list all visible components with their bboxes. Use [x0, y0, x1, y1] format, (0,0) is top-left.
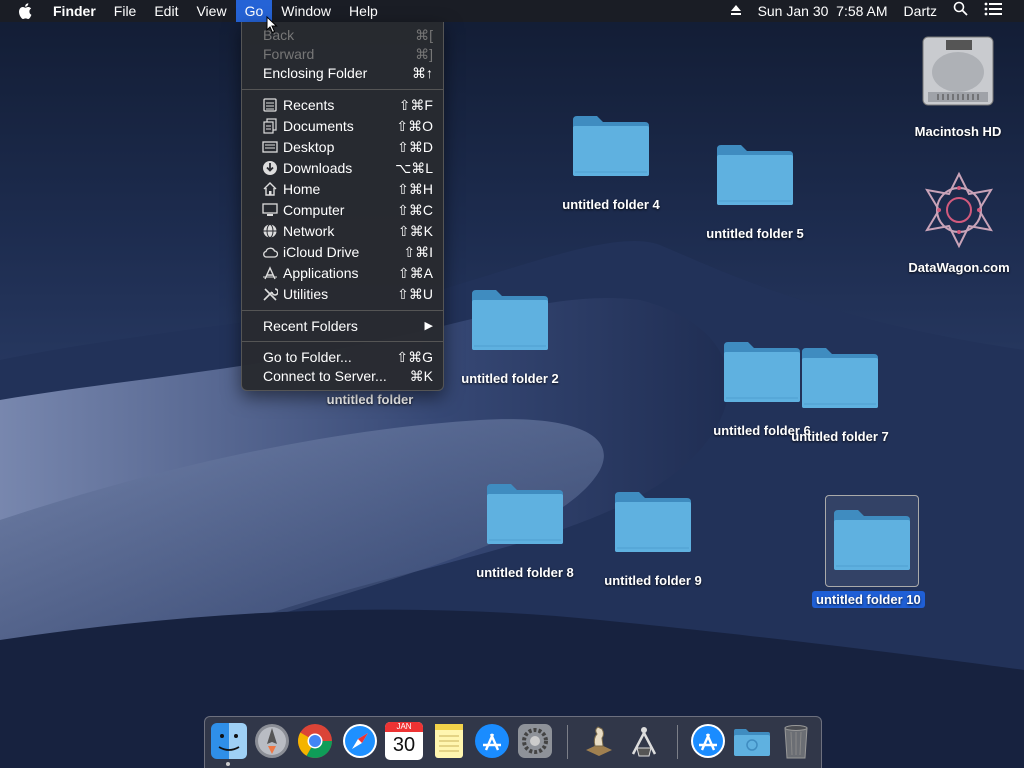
safari-icon[interactable] — [341, 722, 379, 760]
dock: JAN 30 — [204, 716, 822, 768]
folder-label: untitled folder — [326, 392, 414, 407]
macintosh-hd-drive[interactable]: Macintosh HD — [915, 32, 1001, 139]
chess-icon[interactable] — [580, 722, 618, 760]
folder-stack-icon[interactable] — [733, 722, 771, 760]
menu-item-forward[interactable]: Forward ⌘] — [242, 44, 443, 64]
folder-icon — [717, 145, 793, 205]
notification-center-icon[interactable] — [976, 0, 1024, 22]
desktop-folder-2[interactable]: untitled folder 2 — [461, 288, 559, 386]
macintosh-hd-label: Macintosh HD — [914, 124, 1002, 139]
menu-item-downloads[interactable]: Downloads ⌥⌘L — [242, 158, 443, 178]
calendar-day: 30 — [392, 734, 416, 756]
system-preferences-icon[interactable] — [516, 722, 554, 760]
eject-icon[interactable] — [722, 0, 750, 22]
finder-icon[interactable] — [210, 722, 248, 760]
downloads-icon — [263, 161, 277, 175]
folder-icon — [487, 484, 563, 544]
network-icon — [263, 224, 277, 238]
folder-label-selected: untitled folder 10 — [812, 591, 925, 608]
menu-item-home[interactable]: Home ⇧⌘H — [242, 179, 443, 199]
documents-icon — [263, 118, 277, 134]
folder-label: untitled folder 9 — [604, 573, 702, 588]
desktop-folder-10[interactable]: untitled folder 10 — [812, 508, 925, 608]
menu-item-documents[interactable]: Documents ⇧⌘O — [242, 116, 443, 136]
menu-item-icloud-drive[interactable]: iCloud Drive ⇧⌘I — [242, 242, 443, 262]
applications-icon — [263, 266, 277, 280]
folder-label: untitled folder 4 — [562, 197, 660, 212]
desktop-icon — [262, 141, 278, 153]
desktop-folder-5[interactable]: untitled folder 5 — [706, 143, 804, 241]
menu-help[interactable]: Help — [340, 0, 387, 22]
menu-item-applications[interactable]: Applications ⇧⌘A — [242, 263, 443, 283]
menu-item-enclosing-folder[interactable]: Enclosing Folder ⌘↑ — [242, 63, 443, 83]
dock-separator — [677, 725, 678, 759]
menu-bar: Finder File Edit View Go Window Help Sun… — [0, 0, 1024, 22]
menu-item-connect-to-server[interactable]: Connect to Server... ⌘K — [242, 366, 443, 386]
notes-icon[interactable] — [430, 722, 468, 760]
directory-utility-icon[interactable] — [625, 722, 663, 760]
folder-label: untitled folder 5 — [706, 226, 804, 241]
menu-item-recent-folders[interactable]: Recent Folders ▶ — [242, 316, 443, 336]
desktop-folder-1[interactable]: untitled folder — [310, 390, 430, 410]
folder-icon — [615, 492, 691, 552]
desktop-folder-7[interactable]: untitled folder 7 — [791, 346, 889, 444]
menu-separator — [242, 89, 443, 90]
menu-item-desktop[interactable]: Desktop ⇧⌘D — [242, 137, 443, 157]
mouse-cursor-icon — [266, 16, 278, 34]
folder-icon — [472, 290, 548, 350]
folder-icon — [834, 510, 910, 570]
launchpad-icon[interactable] — [253, 722, 291, 760]
folder-label: untitled folder 8 — [476, 565, 574, 580]
menubar-clock[interactable]: Sun Jan 30 7:58 AM — [750, 0, 896, 22]
trash-icon[interactable] — [777, 722, 815, 760]
recents-icon — [263, 98, 277, 112]
menu-separator — [242, 310, 443, 311]
menu-item-go-to-folder[interactable]: Go to Folder... ⇧⌘G — [242, 347, 443, 367]
menu-separator — [242, 341, 443, 342]
folder-label: untitled folder 7 — [791, 429, 889, 444]
hard-drive-icon — [922, 36, 994, 106]
calendar-month: JAN — [385, 722, 423, 732]
datawagon-label: DataWagon.com — [908, 260, 1010, 275]
icloud-icon — [263, 247, 278, 258]
menu-finder[interactable]: Finder — [44, 0, 105, 22]
desktop-folder-8[interactable]: untitled folder 8 — [476, 482, 574, 580]
menu-window[interactable]: Window — [272, 0, 340, 22]
menu-view[interactable]: View — [187, 0, 235, 22]
desktop-folder-4[interactable]: untitled folder 4 — [562, 114, 660, 212]
spotlight-search-icon[interactable] — [945, 0, 976, 22]
desktop-folder-6[interactable]: untitled folder 6 — [713, 340, 811, 438]
menu-item-computer[interactable]: Computer ⇧⌘C — [242, 200, 443, 220]
submenu-arrow-icon: ▶ — [424, 320, 433, 332]
chrome-icon[interactable] — [296, 722, 334, 760]
home-icon — [263, 182, 277, 196]
folder-icon — [573, 116, 649, 176]
menubar-user[interactable]: Dartz — [896, 0, 945, 22]
menu-edit[interactable]: Edit — [145, 0, 187, 22]
app-store-icon[interactable] — [473, 722, 511, 760]
folder-label: untitled folder 2 — [461, 371, 559, 386]
go-menu-dropdown: Back ⌘[ Forward ⌘] Enclosing Folder ⌘↑ R… — [241, 22, 444, 391]
app-store-downloads-icon[interactable] — [689, 722, 727, 760]
utilities-icon — [263, 288, 278, 301]
menu-item-utilities[interactable]: Utilities ⇧⌘U — [242, 284, 443, 304]
finder-running-indicator — [226, 762, 230, 766]
datawagon-logo-icon — [925, 171, 993, 249]
desktop-folder-9[interactable]: untitled folder 9 — [604, 490, 702, 588]
menu-item-recents[interactable]: Recents ⇧⌘F — [242, 95, 443, 115]
computer-icon — [262, 203, 278, 216]
dock-separator — [567, 725, 568, 759]
datawagon-drive[interactable]: DataWagon.com — [908, 170, 1010, 275]
menu-item-network[interactable]: Network ⇧⌘K — [242, 221, 443, 241]
calendar-icon[interactable]: JAN 30 — [385, 722, 423, 760]
apple-menu-icon[interactable] — [0, 3, 44, 19]
folder-icon — [802, 348, 878, 408]
menu-file[interactable]: File — [105, 0, 146, 22]
folder-icon — [724, 342, 800, 402]
